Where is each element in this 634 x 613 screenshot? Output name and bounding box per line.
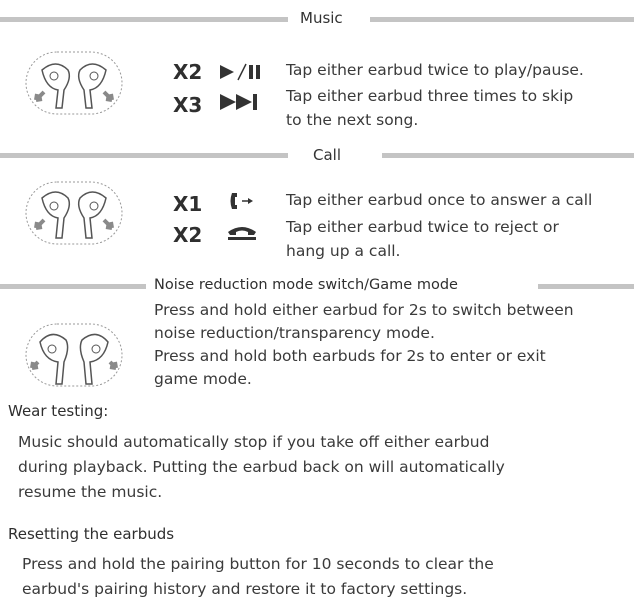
noise-header-bar-right xyxy=(538,284,634,289)
call-gesture-text-2b: hang up a call. xyxy=(286,242,401,260)
music-gesture-text-1: Tap either earbud twice to play/pause. xyxy=(286,61,584,79)
earbuds-tap-illustration-icon xyxy=(25,51,123,115)
wear-text-line-1: Music should automatically stop if you t… xyxy=(18,433,490,451)
noise-text-line-4: game mode. xyxy=(154,370,252,388)
skip-next-icon xyxy=(220,94,257,110)
music-section-title: Music xyxy=(300,9,343,27)
noise-text-line-1: Press and hold either earbud for 2s to s… xyxy=(154,301,574,319)
noise-section-title: Noise reduction mode switch/Game mode xyxy=(154,277,458,293)
wear-testing-heading: Wear testing: xyxy=(8,402,109,420)
hang-up-icon xyxy=(228,227,256,240)
earbuds-press-hold-illustration-icon xyxy=(25,323,123,387)
call-gesture-text-2a: Tap either earbud twice to reject or xyxy=(286,218,559,236)
play-pause-icon xyxy=(220,63,260,81)
wear-text-line-3: resume the music. xyxy=(18,483,163,501)
call-header-bar-left xyxy=(0,153,288,158)
call-count-x1: X1 xyxy=(173,192,203,216)
music-header-bar-left xyxy=(0,17,288,22)
music-count-x3: X3 xyxy=(173,93,203,117)
call-section-title: Call xyxy=(313,146,342,164)
music-gesture-text-2b: to the next song. xyxy=(286,111,419,129)
answer-call-icon xyxy=(230,193,253,209)
call-count-x2: X2 xyxy=(173,223,203,247)
reset-text-line-2: earbud's pairing history and restore it … xyxy=(22,580,468,598)
music-count-x2: X2 xyxy=(173,60,203,84)
noise-header-bar-left xyxy=(0,284,146,289)
wear-text-line-2: during playback. Putting the earbud back… xyxy=(18,458,505,476)
noise-text-line-3: Press and hold both earbuds for 2s to en… xyxy=(154,347,546,365)
noise-text-line-2: noise reduction/transparency mode. xyxy=(154,324,435,342)
music-gesture-text-2a: Tap either earbud three times to skip xyxy=(286,87,574,105)
reset-text-line-1: Press and hold the pairing button for 10… xyxy=(22,555,494,573)
call-gesture-text-1: Tap either earbud once to answer a call xyxy=(286,191,593,209)
music-header-bar-right xyxy=(370,17,634,22)
resetting-heading: Resetting the earbuds xyxy=(8,525,175,543)
call-header-bar-right xyxy=(382,153,634,158)
earbuds-tap-illustration-icon xyxy=(25,181,123,245)
